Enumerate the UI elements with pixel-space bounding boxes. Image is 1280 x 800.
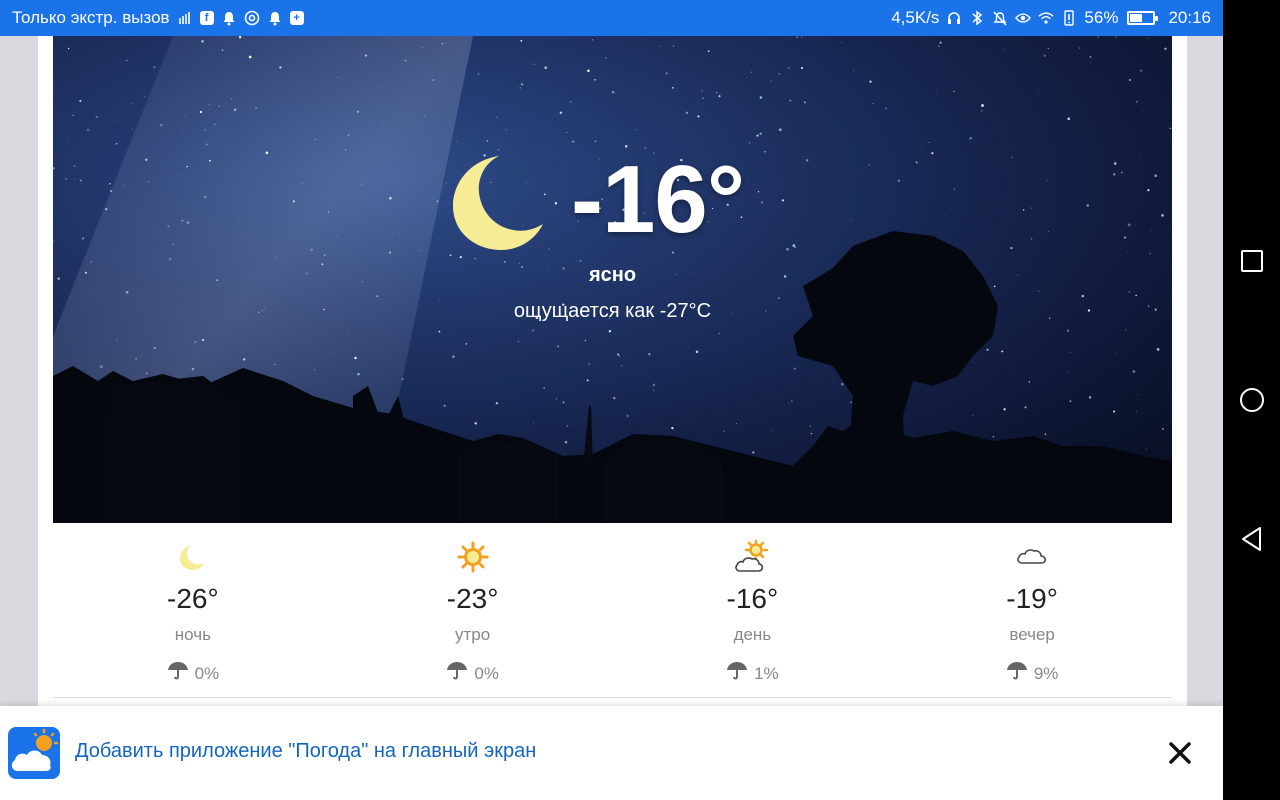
moon-icon: [175, 539, 211, 575]
period-day[interactable]: -16° день 1%: [613, 523, 893, 698]
umbrella-icon: [1006, 661, 1028, 686]
weather-app-icon: [8, 727, 60, 779]
bluetooth-icon: [969, 10, 985, 26]
close-icon[interactable]: [1166, 739, 1194, 767]
clock: 20:16: [1168, 8, 1211, 27]
signal-icon: [177, 10, 193, 26]
precipitation: 9%: [1006, 661, 1059, 686]
period-name: вечер: [1009, 625, 1055, 644]
alert-icon: [1061, 10, 1077, 26]
recent-apps-button[interactable]: [1239, 248, 1265, 274]
add-to-homescreen-banner[interactable]: Добавить приложение "Погода" на главный …: [0, 706, 1223, 800]
page: -16° ясно ощущается как -27°C -26° ночь …: [38, 36, 1187, 706]
period-name: день: [733, 625, 772, 644]
precipitation-value: 0%: [474, 663, 499, 683]
add-to-homescreen-text[interactable]: Добавить приложение "Погода" на главный …: [75, 740, 536, 763]
facebook-icon: f: [199, 11, 214, 25]
bell-icon: [221, 10, 237, 26]
mute-icon: [992, 10, 1008, 26]
sun-cloud-icon: [734, 539, 770, 575]
period-temperature: -26°: [167, 583, 219, 614]
precipitation-value: 0%: [194, 663, 220, 683]
umbrella-icon: [446, 661, 468, 686]
period-temperature: -23°: [446, 583, 499, 614]
eye-icon: [1015, 10, 1032, 26]
weather-hero: -16° ясно ощущается как -27°C: [53, 36, 1172, 523]
battery-icon: [1127, 11, 1159, 25]
navigation-bar: [1223, 0, 1280, 800]
plus-square-icon: +: [289, 11, 304, 25]
precipitation-value: 9%: [1033, 663, 1059, 683]
feels-like: ощущается как -27°C: [513, 300, 712, 322]
period-temperature: -16°: [726, 583, 779, 614]
headphones-icon: [946, 10, 962, 26]
weather-card: -16° ясно ощущается как -27°C -26° ночь …: [53, 36, 1172, 698]
at-icon: [244, 10, 260, 26]
network-speed: 4,5K/s: [891, 8, 940, 27]
current-weather: -16°: [453, 148, 783, 258]
day-periods: -26° ночь 0% -23° утро 0% -16° день 1% -…: [53, 523, 1172, 698]
current-condition: ясно: [588, 264, 637, 286]
umbrella-icon: [726, 661, 748, 686]
period-name: утро: [455, 625, 491, 644]
precipitation: 0%: [446, 661, 499, 686]
carrier-text: Только экстр. вызов: [12, 8, 170, 27]
period-evening[interactable]: -19° вечер 9%: [892, 523, 1172, 698]
period-morning[interactable]: -23° утро 0%: [333, 523, 613, 698]
precipitation: 0%: [167, 661, 220, 686]
period-temperature: -19°: [1006, 583, 1058, 614]
back-button[interactable]: [1239, 526, 1265, 552]
umbrella-icon: [167, 661, 189, 686]
moon-icon: [453, 154, 545, 250]
precipitation: 1%: [726, 661, 779, 686]
current-temperature: -16°: [571, 146, 745, 253]
bell-icon: [267, 10, 283, 26]
cloud-icon: [1014, 539, 1050, 575]
period-name: ночь: [174, 625, 211, 644]
status-bar: Только экстр. вызов f + 4,5K/s 56% 20:16: [0, 0, 1223, 36]
sun-icon: [455, 539, 491, 575]
period-night[interactable]: -26° ночь 0%: [53, 523, 333, 698]
precipitation-value: 1%: [754, 663, 779, 683]
wifi-icon: [1038, 10, 1055, 26]
battery-percent: 56%: [1084, 8, 1119, 27]
home-button[interactable]: [1239, 387, 1265, 413]
